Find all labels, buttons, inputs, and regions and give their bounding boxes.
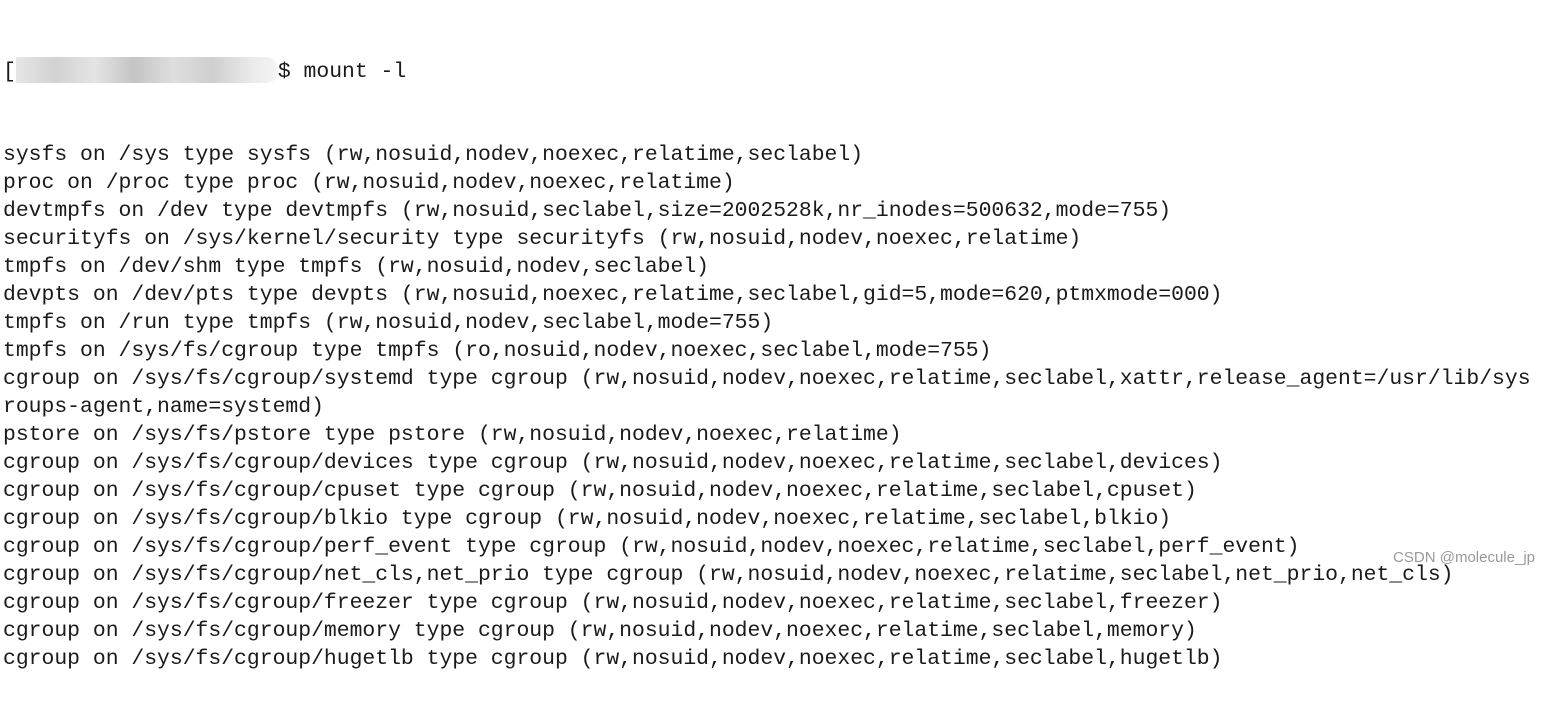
output-line: cgroup on /sys/fs/cgroup/devices type cg…	[3, 451, 1223, 475]
output-line: cgroup on /sys/fs/cgroup/blkio type cgro…	[3, 507, 1172, 531]
output-line: cgroup on /sys/fs/cgroup/perf_event type…	[3, 535, 1300, 559]
output-line: securityfs on /sys/kernel/security type …	[3, 227, 1082, 251]
output-line: cgroup on /sys/fs/cgroup/systemd type cg…	[3, 367, 1531, 391]
output-line: devpts on /dev/pts type devpts (rw,nosui…	[3, 283, 1223, 307]
terminal-output: [ $ mount -l sysfs on /sys type sysfs (rw…	[3, 1, 1531, 701]
output-line: tmpfs on /run type tmpfs (rw,nosuid,node…	[3, 311, 774, 335]
output-line: cgroup on /sys/fs/cgroup/freezer type cg…	[3, 591, 1223, 615]
output-line: pstore on /sys/fs/pstore type pstore (rw…	[3, 423, 902, 447]
redacted-user-host	[15, 57, 278, 83]
output-line: tmpfs on /sys/fs/cgroup type tmpfs (ro,n…	[3, 339, 992, 363]
watermark: CSDN @molecule_jp	[1393, 549, 1535, 566]
prompt-line: [ $ mount -l	[3, 57, 1531, 85]
output-line: sysfs on /sys type sysfs (rw,nosuid,node…	[3, 143, 864, 167]
command-text: $ mount -l	[277, 60, 407, 84]
output-line: roups-agent,name=systemd)	[3, 395, 324, 419]
prompt-bracket: [	[3, 60, 16, 84]
output-line: cgroup on /sys/fs/cgroup/hugetlb type cg…	[3, 647, 1223, 671]
output-line: cgroup on /sys/fs/cgroup/memory type cgr…	[3, 619, 1197, 643]
output-line: tmpfs on /dev/shm type tmpfs (rw,nosuid,…	[3, 255, 710, 279]
output-line: devtmpfs on /dev type devtmpfs (rw,nosui…	[3, 199, 1172, 223]
output-line: proc on /proc type proc (rw,nosuid,nodev…	[3, 171, 735, 195]
output-line: cgroup on /sys/fs/cgroup/net_cls,net_pri…	[3, 563, 1454, 587]
output-line: cgroup on /sys/fs/cgroup/cpuset type cgr…	[3, 479, 1197, 503]
